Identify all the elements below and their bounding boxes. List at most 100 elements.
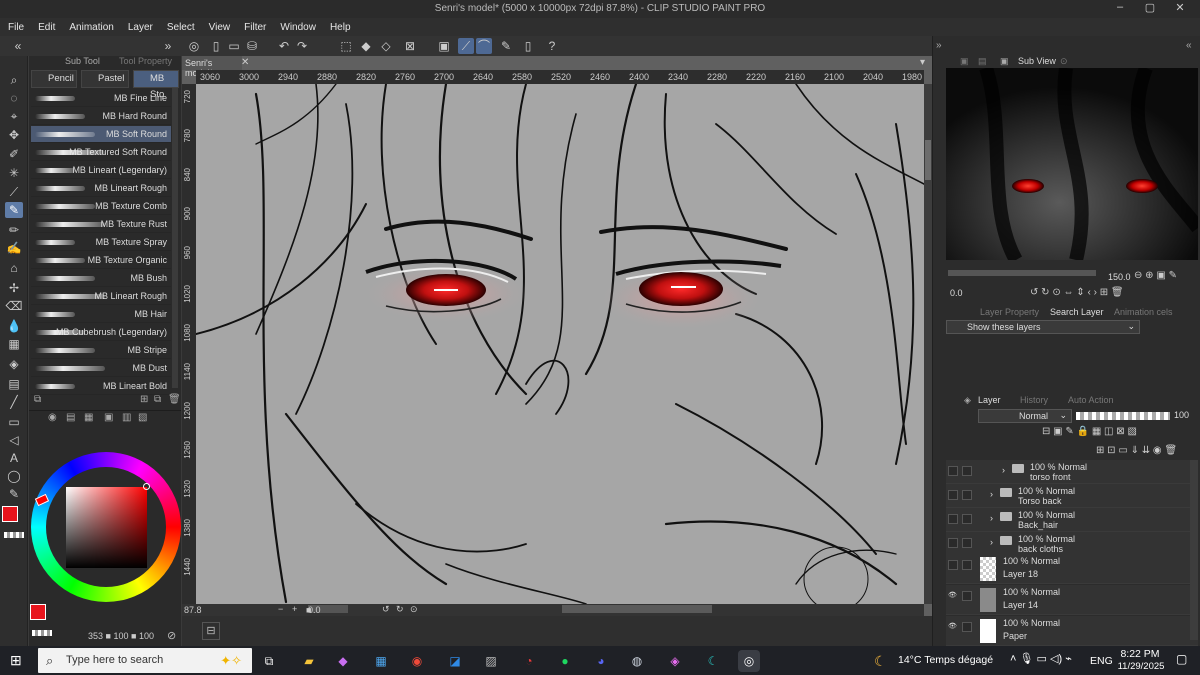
tablet-icon[interactable]: ▯ <box>520 38 536 54</box>
deselect-icon[interactable]: ⊠ <box>402 38 418 54</box>
document-tab[interactable]: Senri's model* <box>182 56 242 78</box>
brush-tool-icon[interactable]: ✍ <box>5 240 23 256</box>
dock-expand-icon[interactable]: « <box>1186 40 1192 51</box>
snap-grid-icon[interactable]: ✎ <box>498 38 514 54</box>
layer-color-icon[interactable]: ▧ <box>1127 426 1136 437</box>
zoom-in-icon[interactable]: + <box>292 604 297 614</box>
category-pencil[interactable]: Pencil <box>31 70 77 88</box>
color-history-tab-icon[interactable]: ▧ <box>138 412 147 423</box>
brush-item[interactable]: MB Fine Line <box>31 90 171 107</box>
chrome-icon[interactable]: ◉ <box>406 650 428 672</box>
brush-item[interactable]: MB Texture Spray <box>31 234 171 251</box>
save-icon[interactable]: ⛁ <box>244 38 260 54</box>
category-pastel[interactable]: Pastel <box>81 70 129 88</box>
tray-chevron-up-icon[interactable]: ˄ <box>1010 653 1016 665</box>
subview-zoom-value[interactable]: 150.0 <box>1108 272 1131 282</box>
copilot-icon[interactable]: ◆ <box>332 650 354 672</box>
bucket-tool-icon[interactable]: ◈ <box>5 356 23 372</box>
menu-animation[interactable]: Animation <box>69 22 113 33</box>
windows-start-icon[interactable]: ⊞ <box>10 652 22 669</box>
transform-icon[interactable]: ◇ <box>378 38 394 54</box>
frame-tool-icon[interactable]: ▭ <box>5 414 23 430</box>
layer-visibility-toggle[interactable] <box>948 538 958 548</box>
selection-tool-icon[interactable]: ◌ <box>5 90 23 106</box>
brush-item[interactable]: MB Texture Comb <box>31 198 171 215</box>
new-file-icon[interactable]: ▯ <box>208 38 224 54</box>
brush-item[interactable]: MB Cubebrush (Legendary) <box>31 324 171 341</box>
lock-layer-icon[interactable]: 🔒 <box>1077 426 1089 437</box>
transparent-color-swatch[interactable] <box>4 532 24 538</box>
menu-edit[interactable]: Edit <box>38 22 55 33</box>
layer-visibility-toggle[interactable] <box>948 514 958 524</box>
merge-down-icon[interactable]: ⇊ <box>1142 445 1150 456</box>
layer-row[interactable]: 👁 100 % Normal Layer 14 <box>946 585 1198 615</box>
tab-history[interactable]: History <box>1020 395 1048 405</box>
snap-ruler-icon[interactable]: ⟋ <box>458 38 474 54</box>
clock-time[interactable]: 8:22 PM <box>1120 648 1160 660</box>
subview-flip-v-icon[interactable]: ⇕ <box>1076 287 1084 298</box>
brush-item[interactable]: MB Texture Rust <box>31 216 171 233</box>
airbrush-tool-icon[interactable]: ⌂ <box>5 260 23 276</box>
layer-list-scrollbar[interactable] <box>1190 460 1198 640</box>
lock-transparency-icon[interactable]: ▦ <box>1092 426 1101 437</box>
auto-select-tool-icon[interactable]: ⌖ <box>5 108 23 124</box>
fill-tool-icon[interactable]: ▦ <box>5 336 23 352</box>
language-indicator[interactable]: ENG <box>1090 655 1113 667</box>
eyedropper-tool-icon[interactable]: ⟋ <box>5 184 23 200</box>
layer-row[interactable]: 👁 100 % Normal Paper <box>946 616 1198 646</box>
menu-file[interactable]: File <box>8 22 24 33</box>
subview-import-icon[interactable]: ⊞ <box>1100 287 1108 298</box>
undo-icon[interactable]: ↶ <box>276 38 292 54</box>
subtool-settings-icon[interactable]: ⧉ <box>34 394 41 405</box>
brush-item[interactable]: MB Hard Round <box>31 108 171 125</box>
reset-rotation-icon[interactable]: ⊙ <box>410 604 418 615</box>
horizontal-scroll-thumb[interactable] <box>562 605 712 613</box>
fill-icon[interactable]: ◆ <box>358 38 374 54</box>
search-tab-icon[interactable]: ⊙ <box>1060 56 1068 67</box>
subview-zoom-slider[interactable] <box>948 270 1096 276</box>
clear-icon[interactable]: ⬚ <box>338 38 354 54</box>
close-icon[interactable]: ✕ <box>1170 1 1190 14</box>
recorder-icon[interactable]: ◔ <box>518 650 540 672</box>
brush-item[interactable]: MB Lineart Rough <box>31 288 171 305</box>
saturation-value-square[interactable] <box>66 487 147 568</box>
tab-sub-tool[interactable]: Sub Tool <box>65 56 100 70</box>
close-doc-icon[interactable]: ✕ <box>241 57 249 68</box>
help-icon[interactable]: ? <box>544 38 560 54</box>
subview-delete-icon[interactable]: 🗑 <box>1111 287 1124 298</box>
blend-mode-select[interactable]: Normal ⌄ <box>978 409 1072 423</box>
layer-lock-toggle[interactable] <box>962 490 972 500</box>
menu-view[interactable]: View <box>209 22 231 33</box>
tab-auto-action[interactable]: Auto Action <box>1068 395 1114 405</box>
delete-subtool-icon[interactable]: 🗑 <box>168 394 181 405</box>
subview-next-icon[interactable]: › <box>1094 287 1097 298</box>
open-file-icon[interactable]: ▭ <box>226 38 242 54</box>
operation-tool-icon[interactable]: ◁ <box>5 432 23 448</box>
chevron-left-icon[interactable]: « <box>10 38 26 54</box>
timeline-toggle-icon[interactable]: ⊟ <box>202 622 220 640</box>
taskbar-search[interactable]: ⌕ Type here to search ✦✧ <box>38 648 252 673</box>
zoom-level[interactable]: 87.8 <box>184 605 202 615</box>
pencil-tool-icon[interactable]: ✏ <box>5 222 23 238</box>
transfer-down-icon[interactable]: ⇓ <box>1131 445 1139 456</box>
canvas[interactable] <box>196 84 924 604</box>
layer-row[interactable]: › 100 % Normal Torso back <box>946 484 1198 508</box>
wand-tool-icon[interactable]: ✳ <box>5 165 23 181</box>
new-folder-icon[interactable]: ▭ <box>1118 445 1127 456</box>
weather-text[interactable]: 14°C Temps dégagé <box>898 654 993 666</box>
brush-item[interactable]: MB Lineart Bold <box>31 378 171 395</box>
current-color-swatch[interactable] <box>30 604 46 620</box>
intermediate-color-tab-icon[interactable]: ▣ <box>104 412 113 423</box>
subview-tab-icon[interactable]: ▣ <box>1000 56 1009 67</box>
draft-layer-icon[interactable]: ✎ <box>1065 426 1073 437</box>
brush-item[interactable]: MB Stripe <box>31 342 171 359</box>
clock-date[interactable]: 11/29/2025 <box>1116 661 1166 672</box>
layer-row[interactable]: 100 % Normal Layer 18 <box>946 554 1198 584</box>
subview-prev-icon[interactable]: ‹ <box>1087 287 1090 298</box>
discord-icon[interactable]: ◕ <box>590 650 612 672</box>
clip-layer-icon[interactable]: ⊟ <box>1042 426 1050 437</box>
layer-lock-toggle[interactable] <box>962 622 972 632</box>
layer-tab-icon[interactable]: ◈ <box>964 395 971 406</box>
layer-row[interactable]: › 100 % Normal torso front <box>946 460 1198 484</box>
file-explorer-icon[interactable]: ▰ <box>298 650 320 672</box>
